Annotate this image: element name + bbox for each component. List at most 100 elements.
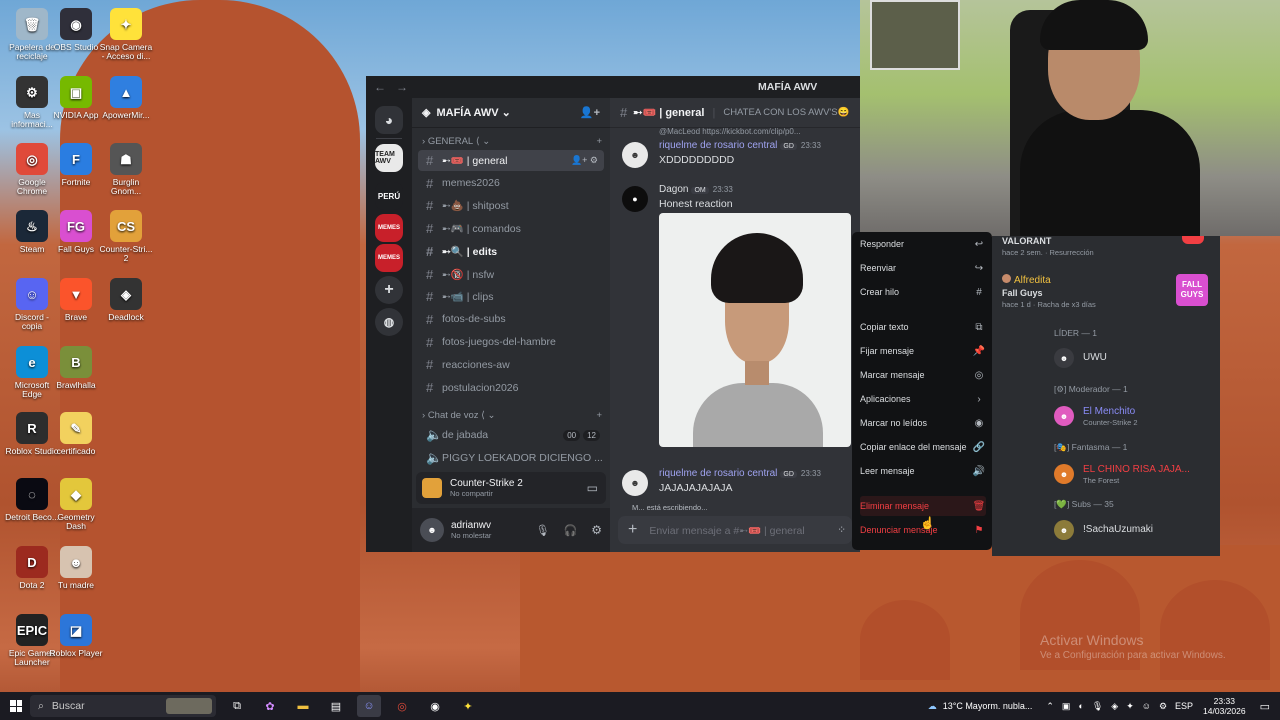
tray-chevron-icon[interactable]: ⌃ [1046, 701, 1054, 712]
tray-app-icon[interactable]: ◈ [1111, 701, 1118, 712]
server-avatar-memes[interactable]: MEMES [375, 214, 403, 242]
desktop-icon[interactable]: ▣ NVIDIA App [48, 76, 104, 120]
desktop-icon[interactable]: B Brawlhalla [48, 346, 104, 390]
tray-clock[interactable]: 23:33 14/03/2026 [1203, 696, 1246, 716]
message-avatar[interactable]: ● [622, 186, 648, 212]
channel-item[interactable]: # fotos-de-subs [418, 309, 604, 330]
member-name[interactable]: !SachaUzumaki [1083, 524, 1153, 535]
copilot-icon[interactable]: ✿ [258, 695, 282, 717]
message-composer[interactable]: + Enviar mensaje a #➸🎟️ | general ⁘ [618, 516, 852, 544]
member-alfredita[interactable]: Alfredita [1002, 274, 1051, 286]
chrome-taskbar-icon[interactable]: ◎ [390, 695, 414, 717]
channel-item[interactable]: # ➸📹 | clips [418, 286, 604, 307]
context-menu-item[interactable]: Reenviar ↪ [860, 258, 986, 278]
apps-icon[interactable]: ⁘ [837, 524, 846, 536]
add-channel-icon[interactable]: + [596, 136, 602, 147]
snap-camera-taskbar-icon[interactable]: ✦ [456, 695, 480, 717]
back-arrow-icon[interactable]: ← [374, 80, 388, 94]
channel-item[interactable]: # ➸🎟️ | general 👤+ ⚙ [418, 150, 604, 171]
invite-people-icon[interactable]: 👤+ [580, 106, 600, 119]
discord-home-icon[interactable]: ◕ [375, 106, 403, 134]
message-avatar[interactable]: ☻ [622, 142, 648, 168]
server-avatar-peru[interactable]: PERÚ [375, 182, 403, 210]
channel-item[interactable]: # memes2026 [418, 173, 604, 194]
user-avatar[interactable]: ☻ [420, 518, 444, 542]
file-explorer-icon[interactable]: ▬ [291, 695, 315, 717]
screen-share-icon[interactable]: ▭ [587, 481, 598, 495]
context-menu-item[interactable]: Copiar texto ⧉ [860, 317, 986, 337]
member-avatar[interactable]: ☻ [1054, 520, 1074, 540]
desktop-icon[interactable]: ◉ OBS Studio [48, 8, 104, 52]
settings-gear-icon[interactable]: ⚙ [591, 523, 602, 537]
desktop-icon[interactable]: ☻ Tu madre [48, 546, 104, 590]
tray-app-icon[interactable]: ⚙ [1159, 701, 1167, 712]
activity-panel[interactable]: Counter-Strike 2 No compartir ▭ [416, 472, 606, 504]
member-avatar[interactable]: ☻ [1054, 406, 1074, 426]
tray-language[interactable]: ESP [1175, 701, 1193, 711]
tray-app-icon[interactable]: ◐ [1078, 701, 1083, 711]
context-menu-item[interactable]: Eliminar mensaje 🗑 [860, 496, 986, 516]
desktop-icon[interactable]: ▲ ApowerMir... [98, 76, 154, 120]
server-header[interactable]: ◈ MAFÍA AWV ⌄ 👤+ [412, 98, 610, 128]
channel-item[interactable]: # ➸🎮 | comandos [418, 218, 604, 239]
desktop-icon[interactable]: ◈ Deadlock [98, 278, 154, 322]
tray-app-icon[interactable]: ☺ [1142, 701, 1151, 711]
tray-app-icon[interactable]: ✦ [1126, 701, 1134, 712]
discover-icon[interactable]: ◍ [375, 308, 403, 336]
desktop-icon[interactable]: ☗ Burglin Gnom... [98, 143, 154, 196]
voice-channel-de-jabada[interactable]: 🔈 de jabada 00 12 [418, 424, 604, 445]
weather-text[interactable]: 13°C Mayorm. nubla... [943, 701, 1033, 711]
obs-taskbar-icon[interactable]: ◉ [423, 695, 447, 717]
add-voice-channel-icon[interactable]: + [596, 410, 602, 421]
member-name[interactable]: UWU [1083, 352, 1107, 363]
channel-item[interactable]: # ➸🔍 | edits [418, 241, 604, 262]
desktop-icon[interactable]: ◆ Geometry Dash [48, 478, 104, 531]
message-image-attachment[interactable] [659, 213, 851, 447]
context-menu-item[interactable]: Marcar mensaje ◎ [860, 365, 986, 385]
server-avatar-memes-2[interactable]: MEMES [375, 244, 403, 272]
context-menu-item[interactable]: Responder ↩ [860, 234, 986, 254]
channel-item[interactable]: # fotos-juegos-del-hambre [418, 332, 604, 353]
voice-channel-piggy[interactable]: 🔈 PIGGY LOEKADOR DICIENGO ... [418, 447, 604, 468]
tray-mic-icon[interactable]: 🎙 [1092, 701, 1103, 712]
message-input[interactable]: Enviar mensaje a #➸🎟️ | general [649, 524, 804, 537]
context-menu-item[interactable]: Crear hilo # [860, 282, 986, 302]
desktop-icon[interactable]: FG Fall Guys [48, 210, 104, 254]
add-attachment-icon[interactable]: + [628, 521, 637, 539]
desktop-icon[interactable]: ◪ Roblox Player [48, 614, 104, 658]
member-avatar[interactable]: ☻ [1054, 348, 1074, 368]
task-view-icon[interactable]: ⧉ [225, 695, 249, 717]
context-menu-item[interactable]: Leer mensaje 🔊 [860, 461, 986, 481]
tray-app-icon[interactable]: ▣ [1062, 701, 1071, 712]
desktop-icon[interactable]: ✦ Snap Camera - Acceso di... [98, 8, 154, 61]
server-avatar-team-awv[interactable]: TEAM AWV [375, 144, 403, 172]
store-icon[interactable]: ▤ [324, 695, 348, 717]
category-general[interactable]: › GENERAL ⟨ ⌄ + [422, 136, 602, 147]
context-menu-item[interactable]: Fijar mensaje 📌 [860, 341, 986, 361]
windows-start-icon[interactable] [10, 700, 22, 712]
taskbar-search[interactable]: ⌕ Buscar [30, 695, 216, 717]
add-server-icon[interactable]: + [375, 276, 403, 304]
discord-taskbar-icon[interactable]: ☺ [357, 695, 381, 717]
member-avatar[interactable]: ☻ [1054, 464, 1074, 484]
message-avatar[interactable]: ☻ [622, 470, 648, 496]
reply-link-fragment[interactable]: @MacLeod https://kickbot.com/clip/p0... [659, 127, 801, 136]
channel-item[interactable]: # ➸💩 | shitpost [418, 195, 604, 216]
microphone-icon[interactable]: 🎙 [536, 524, 550, 537]
category-voice[interactable]: › Chat de voz ⟨ ⌄ + [422, 410, 602, 421]
forward-arrow-icon[interactable]: → [396, 80, 410, 94]
message-author[interactable]: riquelme de rosario central [659, 140, 777, 151]
channel-settings-icon[interactable]: 👤+ ⚙ [571, 155, 598, 166]
context-menu-item[interactable]: Copiar enlace del mensaje 🔗 [860, 437, 986, 457]
headphones-icon[interactable]: 🎧 [564, 524, 578, 537]
message-author[interactable]: Dagon [659, 184, 688, 195]
member-name[interactable]: El Menchito [1083, 406, 1135, 417]
context-menu-item[interactable]: Marcar no leídos ◉ [860, 413, 986, 433]
channel-item[interactable]: # ➸🔞 | nsfw [418, 264, 604, 285]
desktop-icon[interactable]: CS Counter-Stri... 2 [98, 210, 154, 263]
notifications-icon[interactable]: ▭ [1260, 700, 1270, 713]
member-name[interactable]: EL CHINO RISA JAJA... [1083, 464, 1190, 475]
channel-item[interactable]: # postulacion2026 [418, 377, 604, 398]
message-author[interactable]: riquelme de rosario central [659, 468, 777, 479]
desktop-icon[interactable]: ✎ certificado [48, 412, 104, 456]
